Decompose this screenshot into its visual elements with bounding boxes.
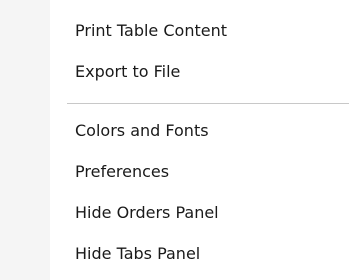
context-menu: Print Table Content Export to File Color… — [0, 0, 351, 280]
menu-item-label: Print Table Content — [75, 21, 227, 40]
menu-item-preferences[interactable]: Preferences — [50, 154, 351, 190]
menu-item-label: Export to File — [75, 62, 181, 81]
menu-item-hide-tabs-panel[interactable]: Hide Tabs Panel — [50, 236, 351, 272]
menu-icon-gutter — [0, 0, 50, 280]
menu-item-hide-orders-panel[interactable]: Hide Orders Panel — [50, 195, 351, 231]
menu-item-label: Preferences — [75, 162, 170, 181]
menu-item-label: Colors and Fonts — [75, 121, 209, 140]
menu-item-colors-and-fonts[interactable]: Colors and Fonts — [50, 113, 351, 149]
menu-item-label: Hide Orders Panel — [75, 203, 219, 222]
menu-item-export-to-file[interactable]: Export to File — [50, 54, 351, 90]
menu-item-print-table-content[interactable]: Print Table Content — [50, 13, 351, 49]
menu-item-label: Hide Tabs Panel — [75, 244, 201, 263]
menu-separator — [67, 103, 349, 104]
